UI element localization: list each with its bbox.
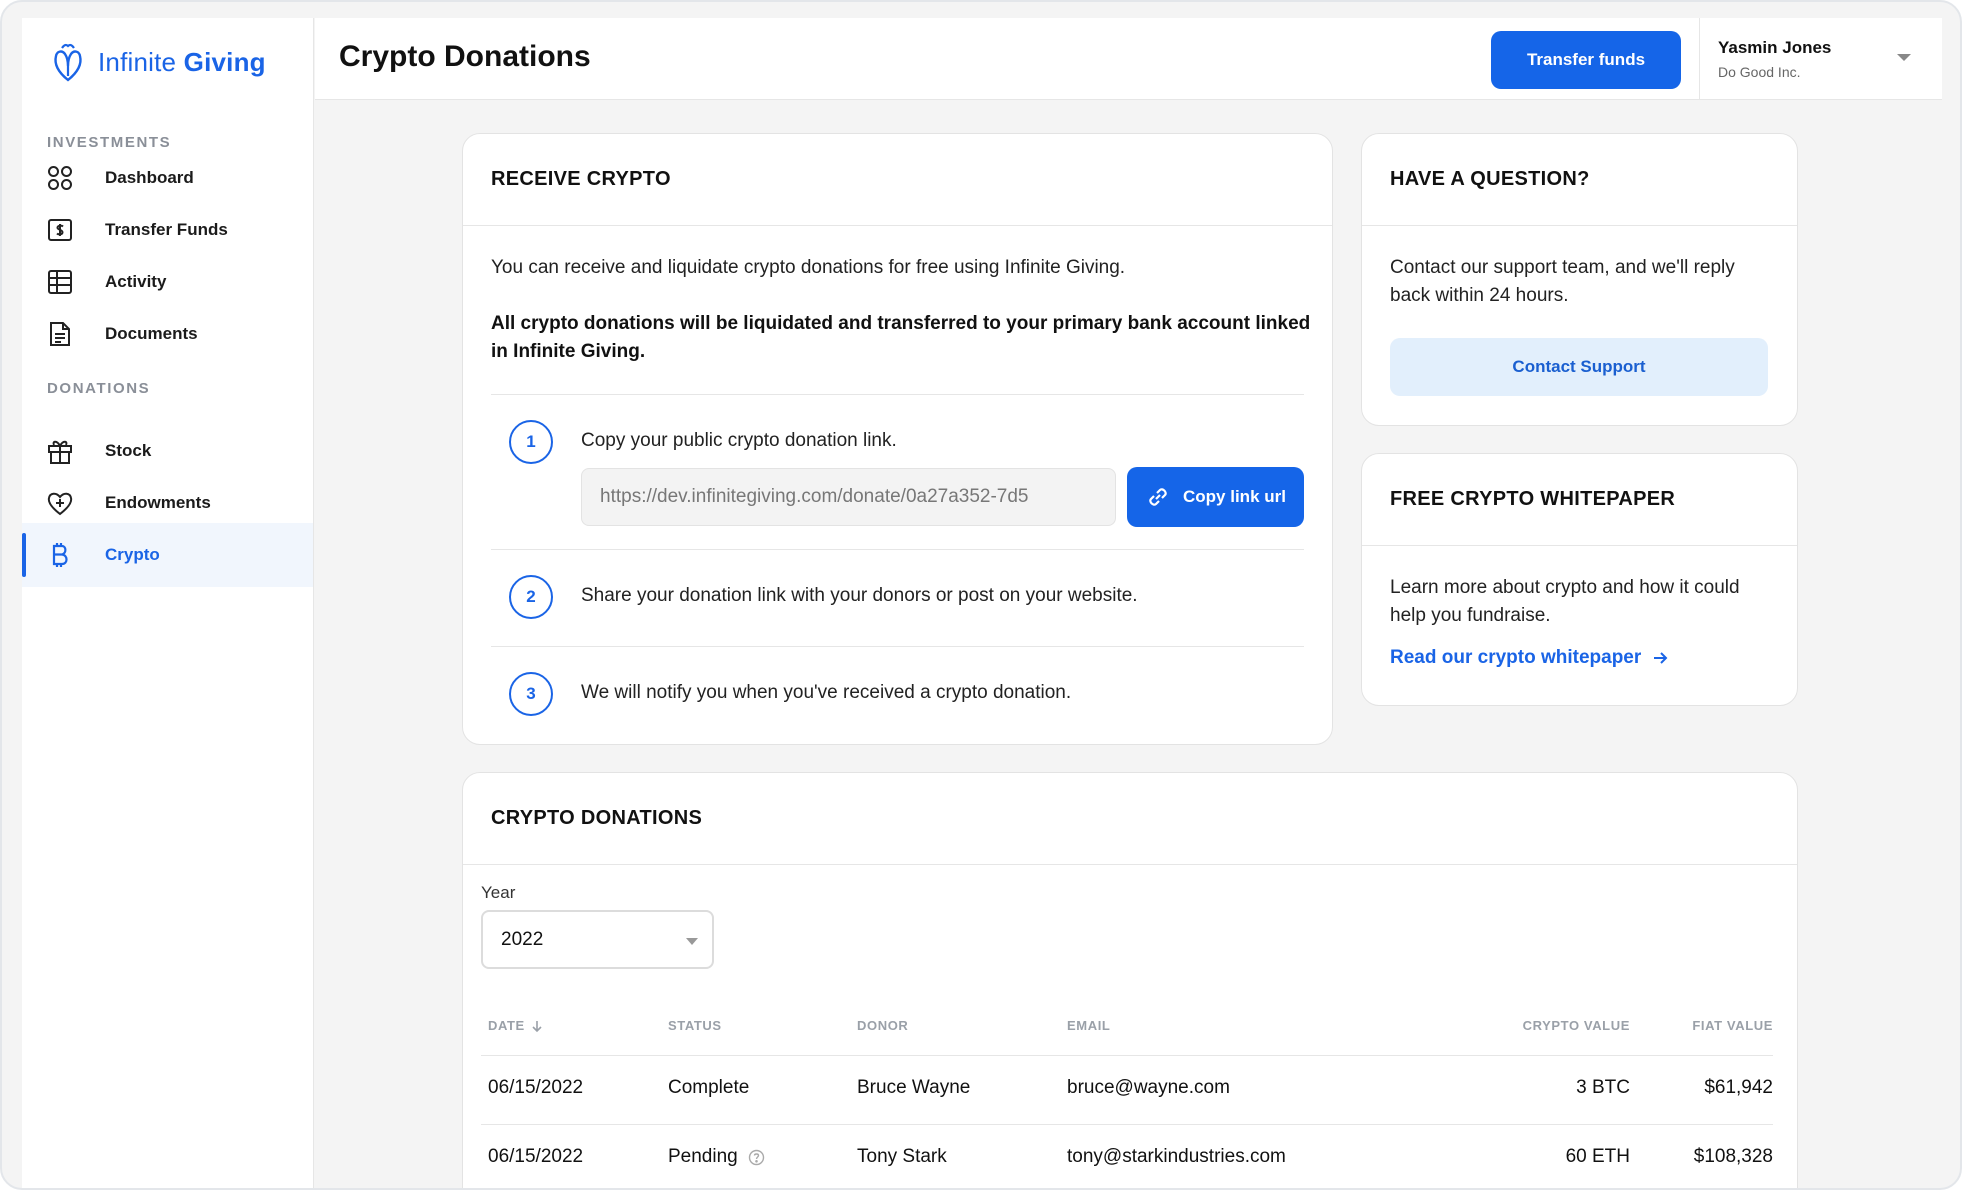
step-2-text: Share your donation link with your donor… — [581, 585, 1138, 606]
sidebar-item-label: Transfer Funds — [105, 220, 228, 239]
card-title: HAVE A QUESTION? — [1390, 168, 1590, 190]
whitepaper-link-label: Read our crypto whitepaper — [1390, 647, 1642, 668]
column-header-email: EMAIL — [1067, 1018, 1111, 1033]
step-2-number: 2 — [509, 575, 553, 619]
page-title: Crypto Donations — [339, 40, 591, 73]
receive-crypto-card: RECEIVE CRYPTO You can receive and liqui… — [462, 133, 1333, 745]
transfer-icon — [45, 215, 75, 245]
link-icon — [1149, 488, 1167, 506]
cell-email: tony@starkindustries.com — [1067, 1146, 1286, 1167]
cell-date: 06/15/2022 — [488, 1146, 584, 1167]
cell-status: Complete — [668, 1077, 750, 1098]
card-title: CRYPTO DONATIONS — [491, 807, 703, 829]
sidebar-item-label: Stock — [105, 441, 152, 460]
sidebar-item-label: Activity — [105, 272, 167, 291]
donation-link-input[interactable] — [581, 468, 1116, 526]
logo-text: Infinite Giving — [98, 46, 266, 77]
question-card: HAVE A QUESTION? Contact our support tea… — [1361, 133, 1798, 426]
column-header-crypto-value: CRYPTO VALUE — [1522, 1018, 1630, 1033]
sidebar: Infinite Giving INVESTMENTS Dashboard Tr… — [22, 18, 314, 1188]
divider — [481, 1055, 1773, 1056]
help-circle-icon[interactable] — [748, 1149, 765, 1166]
divider — [491, 646, 1304, 647]
logo-icon — [54, 43, 82, 82]
year-select-value: 2022 — [501, 928, 544, 950]
app-window: Infinite Giving INVESTMENTS Dashboard Tr… — [0, 0, 1962, 1190]
cell-status: Pending — [668, 1146, 765, 1168]
user-org: Do Good Inc. — [1718, 64, 1801, 80]
sort-down-icon — [532, 1020, 542, 1032]
card-title: FREE CRYPTO WHITEPAPER — [1390, 488, 1676, 510]
top-header: Crypto Donations Transfer funds Yasmin J… — [315, 18, 1942, 100]
donations-card: CRYPTO DONATIONS Year 2022 DATE STATUS D… — [462, 772, 1798, 1188]
sidebar-item-crypto[interactable]: Crypto — [22, 523, 313, 587]
heart-plus-icon — [45, 488, 75, 518]
logo[interactable]: Infinite Giving — [50, 40, 266, 84]
sidebar-item-documents[interactable]: Documents — [22, 302, 313, 366]
whitepaper-link[interactable]: Read our crypto whitepaper — [1390, 647, 1669, 669]
sidebar-item-label: Crypto — [105, 545, 160, 564]
step-1-number: 1 — [509, 420, 553, 464]
section-label-donations: DONATIONS — [47, 380, 151, 397]
divider — [481, 1124, 1773, 1125]
sidebar-item-label: Endowments — [105, 493, 211, 512]
divider — [1362, 545, 1797, 546]
cell-crypto-value: 60 ETH — [1565, 1146, 1630, 1167]
divider — [1362, 225, 1797, 226]
sidebar-item-label: Documents — [105, 324, 198, 343]
column-header-date[interactable]: DATE — [488, 1018, 543, 1033]
gift-icon — [45, 436, 75, 466]
step-3-number: 3 — [509, 672, 553, 716]
transfer-funds-button[interactable]: Transfer funds — [1491, 31, 1681, 89]
cell-donor: Tony Stark — [857, 1146, 947, 1167]
sidebar-item-label: Dashboard — [105, 168, 194, 187]
step-1-text: Copy your public crypto donation link. — [581, 430, 897, 451]
column-header-donor: DONOR — [857, 1018, 909, 1033]
bitcoin-icon — [45, 540, 75, 570]
column-header-status: STATUS — [668, 1018, 722, 1033]
arrow-right-icon — [1654, 652, 1668, 664]
cell-donor: Bruce Wayne — [857, 1077, 971, 1098]
divider — [491, 394, 1304, 395]
year-label: Year — [481, 883, 516, 902]
divider — [463, 864, 1797, 865]
column-header-fiat-value: FIAT VALUE — [1692, 1018, 1773, 1033]
chevron-down-icon — [1897, 54, 1911, 61]
user-name: Yasmin Jones — [1718, 38, 1832, 57]
user-menu[interactable]: Yasmin Jones Do Good Inc. — [1699, 18, 1929, 100]
document-icon — [45, 319, 75, 349]
receive-intro: You can receive and liquidate crypto don… — [491, 257, 1126, 278]
cell-crypto-value: 3 BTC — [1576, 1077, 1630, 1098]
cell-fiat-value: $61,942 — [1704, 1077, 1773, 1098]
table-icon — [45, 267, 75, 297]
copy-link-button[interactable]: Copy link url — [1127, 467, 1304, 527]
copy-link-label: Copy link url — [1183, 487, 1286, 506]
chevron-down-icon — [686, 938, 698, 945]
divider — [491, 549, 1304, 550]
receive-notice: All crypto donations will be liquidated … — [491, 313, 1311, 362]
divider — [463, 225, 1332, 226]
cell-fiat-value: $108,328 — [1693, 1146, 1773, 1167]
cell-date: 06/15/2022 — [488, 1077, 584, 1098]
step-3-text: We will notify you when you've received … — [581, 682, 1072, 703]
whitepaper-text: Learn more about crypto and how it could… — [1390, 577, 1740, 626]
cell-email: bruce@wayne.com — [1067, 1077, 1230, 1098]
question-text: Contact our support team, and we'll repl… — [1390, 257, 1735, 306]
contact-support-button[interactable]: Contact Support — [1390, 338, 1768, 396]
dashboard-icon — [45, 163, 75, 193]
whitepaper-card: FREE CRYPTO WHITEPAPER Learn more about … — [1361, 453, 1798, 706]
card-title: RECEIVE CRYPTO — [491, 168, 671, 190]
year-select[interactable]: 2022 — [481, 910, 714, 969]
